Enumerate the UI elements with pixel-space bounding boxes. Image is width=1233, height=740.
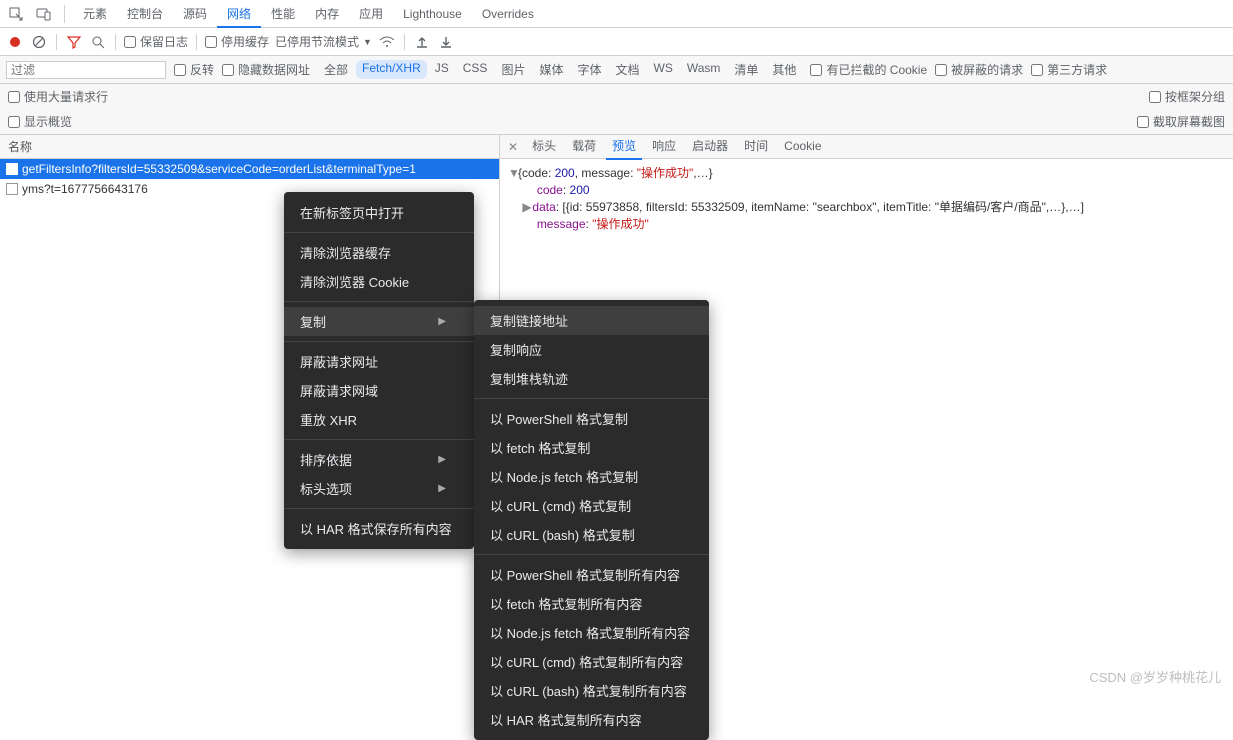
type-chip-媒体[interactable]: 媒体 <box>533 60 569 79</box>
devtools-tabbar: 元素控制台源码网络性能内存应用LighthouseOverrides <box>0 0 1233 28</box>
hide-data-urls-checkbox[interactable]: 隐藏数据网址 <box>222 61 310 78</box>
clear-icon[interactable] <box>30 33 48 51</box>
type-chip-清单[interactable]: 清单 <box>728 60 764 79</box>
blocked-cookies-checkbox[interactable]: 有已拦截的 Cookie <box>810 61 927 78</box>
ctx-block-domain[interactable]: 屏蔽请求网域 <box>284 376 474 405</box>
context-menu: 在新标签页中打开 清除浏览器缓存 清除浏览器 Cookie 复制▶ 屏蔽请求网址… <box>284 192 474 549</box>
ctx-save-har[interactable]: 以 HAR 格式保存所有内容 <box>284 514 474 543</box>
detail-tab-5[interactable]: 时间 <box>738 134 774 160</box>
copy-option-1[interactable]: 复制响应 <box>474 335 709 364</box>
search-icon[interactable] <box>89 33 107 51</box>
type-chip-CSS[interactable]: CSS <box>457 60 494 79</box>
copy-option-9[interactable]: 以 fetch 格式复制所有内容 <box>474 589 709 618</box>
main-tab-0[interactable]: 元素 <box>73 0 117 28</box>
type-chip-其他[interactable]: 其他 <box>766 60 802 79</box>
wifi-icon[interactable] <box>378 33 396 51</box>
filter-icon[interactable] <box>65 33 83 51</box>
preserve-log-checkbox[interactable]: 保留日志 <box>124 33 188 50</box>
preserve-log-label: 保留日志 <box>140 33 188 50</box>
main-tab-1[interactable]: 控制台 <box>117 0 173 28</box>
document-icon <box>6 183 18 195</box>
chevron-right-icon: ▶ <box>438 316 446 327</box>
copy-option-6[interactable]: 以 cURL (cmd) 格式复制 <box>474 491 709 520</box>
type-chip-WS[interactable]: WS <box>648 60 679 79</box>
ctx-copy-submenu[interactable]: 复制▶ <box>284 307 474 336</box>
main-tab-6[interactable]: 应用 <box>349 0 393 28</box>
record-icon[interactable] <box>6 33 24 51</box>
copy-option-5[interactable]: 以 Node.js fetch 格式复制 <box>474 462 709 491</box>
ctx-sort-by[interactable]: 排序依据▶ <box>284 445 474 474</box>
option-rows: 使用大量请求行 按框架分组 显示概览 截取屏幕截图 <box>0 84 1233 135</box>
main-tab-5[interactable]: 内存 <box>305 0 349 28</box>
download-icon[interactable] <box>437 33 455 51</box>
type-chip-全部[interactable]: 全部 <box>318 60 354 79</box>
request-name: getFiltersInfo?filtersId=55332509&servic… <box>22 162 416 176</box>
third-party-checkbox[interactable]: 第三方请求 <box>1031 61 1107 78</box>
type-chip-JS[interactable]: JS <box>429 60 455 79</box>
copy-option-11[interactable]: 以 cURL (cmd) 格式复制所有内容 <box>474 647 709 676</box>
document-icon <box>6 163 18 175</box>
copy-option-10[interactable]: 以 Node.js fetch 格式复制所有内容 <box>474 618 709 647</box>
type-chip-Fetch/XHR[interactable]: Fetch/XHR <box>356 60 427 79</box>
ctx-clear-cookies[interactable]: 清除浏览器 Cookie <box>284 267 474 296</box>
big-rows-checkbox[interactable]: 使用大量请求行 <box>8 88 108 105</box>
chevron-right-icon: ▶ <box>438 454 446 465</box>
invert-checkbox[interactable]: 反转 <box>174 61 214 78</box>
throttle-dropdown[interactable]: 已停用节流模式▼ <box>275 33 372 50</box>
copy-option-0[interactable]: 复制链接地址 <box>474 306 709 335</box>
ctx-replay-xhr[interactable]: 重放 XHR <box>284 405 474 434</box>
copy-option-2[interactable]: 复制堆栈轨迹 <box>474 364 709 393</box>
type-chip-图片[interactable]: 图片 <box>495 60 531 79</box>
detail-tab-3[interactable]: 响应 <box>646 134 682 160</box>
copy-option-8[interactable]: 以 PowerShell 格式复制所有内容 <box>474 560 709 589</box>
detail-tab-2[interactable]: 预览 <box>606 134 642 160</box>
request-row[interactable]: getFiltersInfo?filtersId=55332509&servic… <box>0 159 499 179</box>
copy-submenu: 复制链接地址复制响应复制堆栈轨迹以 PowerShell 格式复制以 fetch… <box>474 300 709 740</box>
inspect-icon[interactable] <box>4 2 28 26</box>
copy-option-3[interactable]: 以 PowerShell 格式复制 <box>474 404 709 433</box>
type-chip-Wasm[interactable]: Wasm <box>681 60 727 79</box>
detail-tab-1[interactable]: 载荷 <box>566 134 602 160</box>
copy-option-13[interactable]: 以 HAR 格式复制所有内容 <box>474 705 709 734</box>
ctx-block-url[interactable]: 屏蔽请求网址 <box>284 347 474 376</box>
upload-icon[interactable] <box>413 33 431 51</box>
main-tab-3[interactable]: 网络 <box>217 0 261 28</box>
filter-bar: 反转 隐藏数据网址 全部Fetch/XHRJSCSS图片媒体字体文档WSWasm… <box>0 56 1233 84</box>
filter-input[interactable] <box>6 61 166 79</box>
ctx-header-options[interactable]: 标头选项▶ <box>284 474 474 503</box>
disable-cache-label: 停用缓存 <box>221 33 269 50</box>
copy-option-12[interactable]: 以 cURL (bash) 格式复制所有内容 <box>474 676 709 705</box>
main-tab-8[interactable]: Overrides <box>472 0 544 28</box>
request-name: yms?t=1677756643176 <box>22 182 148 196</box>
ctx-clear-cache[interactable]: 清除浏览器缓存 <box>284 238 474 267</box>
main-tab-7[interactable]: Lighthouse <box>393 0 472 28</box>
main-tab-2[interactable]: 源码 <box>173 0 217 28</box>
watermark: CSDN @岁岁种桃花儿 <box>1089 667 1221 686</box>
detail-tab-6[interactable]: Cookie <box>778 134 827 160</box>
copy-option-4[interactable]: 以 fetch 格式复制 <box>474 433 709 462</box>
capture-screenshots-checkbox[interactable]: 截取屏幕截图 <box>1137 113 1225 130</box>
detail-tab-0[interactable]: 标头 <box>526 134 562 160</box>
group-by-frame-checkbox[interactable]: 按框架分组 <box>1149 88 1225 105</box>
network-toolbar: 保留日志 停用缓存 已停用节流模式▼ <box>0 28 1233 56</box>
detail-tab-4[interactable]: 启动器 <box>686 134 734 160</box>
details-tabs: ✕ 标头载荷预览响应启动器时间Cookie <box>500 135 1233 159</box>
close-icon[interactable]: ✕ <box>508 135 518 159</box>
main-tab-4[interactable]: 性能 <box>261 0 305 28</box>
ctx-open-new-tab[interactable]: 在新标签页中打开 <box>284 198 474 227</box>
blocked-requests-checkbox[interactable]: 被屏蔽的请求 <box>935 61 1023 78</box>
show-overview-checkbox[interactable]: 显示概览 <box>8 113 72 130</box>
chevron-right-icon: ▶ <box>438 483 446 494</box>
device-icon[interactable] <box>32 2 56 26</box>
name-column-header[interactable]: 名称 <box>0 135 499 159</box>
copy-option-7[interactable]: 以 cURL (bash) 格式复制 <box>474 520 709 549</box>
type-chip-文档[interactable]: 文档 <box>609 60 645 79</box>
type-chip-字体[interactable]: 字体 <box>571 60 607 79</box>
disable-cache-checkbox[interactable]: 停用缓存 <box>205 33 269 50</box>
